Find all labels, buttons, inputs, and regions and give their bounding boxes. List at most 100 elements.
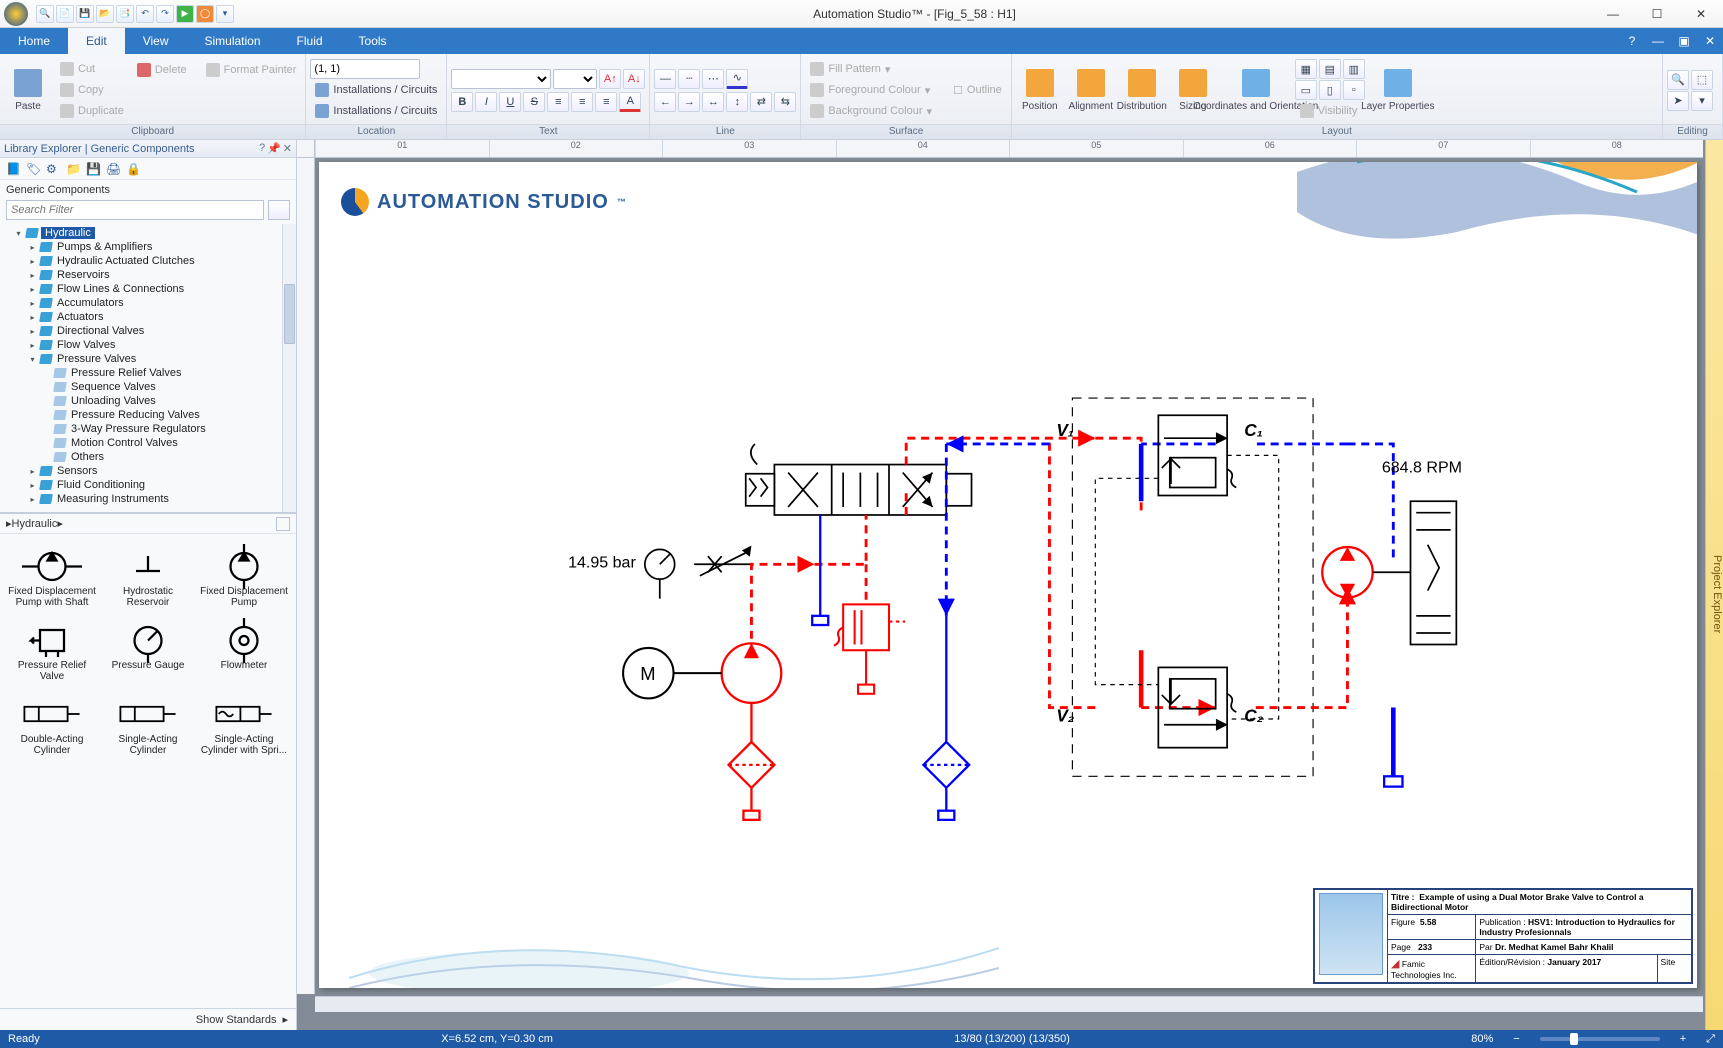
palette-search-icon[interactable] <box>276 517 290 531</box>
panel-close-icon[interactable]: ✕ <box>283 142 292 155</box>
tree-node[interactable]: ▸Actuators <box>28 310 296 324</box>
font-family-select[interactable] <box>451 69 551 89</box>
qat-undo[interactable]: ↶ <box>136 5 154 23</box>
tree-leaf[interactable]: 3-Way Pressure Regulators <box>42 422 296 436</box>
zoom-out[interactable]: − <box>1513 1033 1519 1045</box>
tree-leaf[interactable]: Others <box>42 450 296 464</box>
maximize-button[interactable]: ☐ <box>1635 0 1679 28</box>
project-explorer-tab[interactable]: Project Explorer <box>1705 140 1723 1030</box>
show-standards-button[interactable]: Show Standards ▸ <box>0 1008 296 1030</box>
palette-item[interactable]: Double-Acting Cylinder <box>4 690 100 760</box>
panel-help-icon[interactable]: ? <box>259 142 265 155</box>
close-button[interactable]: ✕ <box>1679 0 1723 28</box>
qat-redo[interactable]: ↷ <box>156 5 174 23</box>
palette-item[interactable]: Fixed Displacement Pump with Shaft <box>4 542 100 612</box>
qat-run[interactable]: ▶ <box>176 5 194 23</box>
hydraulic-schematic[interactable]: 14.95 bar <box>419 272 1657 868</box>
lock-icon[interactable]: 🔒 <box>126 162 140 176</box>
gear-icon[interactable]: ⚙ <box>46 162 60 176</box>
align-center[interactable]: ≡ <box>571 92 593 112</box>
underline-button[interactable]: U <box>499 92 521 112</box>
tree-leaf[interactable]: Sequence Valves <box>42 380 296 394</box>
mdi-restore[interactable]: ▣ <box>1671 28 1697 54</box>
font-grow[interactable]: A↑ <box>599 69 621 89</box>
minimize-button[interactable]: — <box>1591 0 1635 28</box>
tag-icon[interactable]: 🏷 <box>26 162 40 176</box>
visibility-button[interactable]: Visibility <box>1295 101 1365 121</box>
font-color[interactable]: A <box>619 92 641 112</box>
align-left[interactable]: ≡ <box>547 92 569 112</box>
paste-button[interactable]: Paste <box>4 58 52 122</box>
line-style-1[interactable]: — <box>654 69 676 89</box>
delete-button[interactable]: Delete <box>132 60 192 80</box>
tree-node[interactable]: ▸Accumulators <box>28 296 296 310</box>
qat-btn[interactable]: 🔍 <box>36 5 54 23</box>
arrow-3[interactable]: ↔ <box>702 92 724 112</box>
tree-leaf[interactable]: Pressure Relief Valves <box>42 366 296 380</box>
install-circuits-2[interactable]: Installations / Circuits <box>310 101 442 121</box>
palette-item[interactable]: Single-Acting Cylinder with Spri... <box>196 690 292 760</box>
font-shrink[interactable]: A↓ <box>623 69 645 89</box>
tree-node[interactable]: ▸Directional Valves <box>28 324 296 338</box>
tree-leaf[interactable]: Unloading Valves <box>42 394 296 408</box>
position-button[interactable]: Position <box>1016 58 1064 122</box>
qat-btn[interactable]: 📄 <box>56 5 74 23</box>
format-painter-button[interactable]: Format Painter <box>201 60 302 80</box>
layout-misc[interactable]: ▦ <box>1295 59 1317 79</box>
italic-button[interactable]: I <box>475 92 497 112</box>
tree-node[interactable]: ▸Flow Valves <box>28 338 296 352</box>
qat-stop[interactable]: ◯ <box>196 5 214 23</box>
panel-pin-icon[interactable]: 📌 <box>267 142 281 155</box>
tab-view[interactable]: View <box>125 28 187 54</box>
layout-misc[interactable]: ▯ <box>1319 80 1341 100</box>
tab-fluid[interactable]: Fluid <box>279 28 341 54</box>
search-input[interactable] <box>6 200 264 220</box>
arrow-5[interactable]: ⇄ <box>750 92 772 112</box>
tab-simulation[interactable]: Simulation <box>187 28 279 54</box>
qat-btn[interactable]: 📑 <box>116 5 134 23</box>
tree-node-pressure[interactable]: ▾Pressure Valves <box>28 352 296 366</box>
book-icon[interactable]: 📘 <box>6 162 20 176</box>
editing-more[interactable]: ▾ <box>1691 91 1713 111</box>
tab-edit[interactable]: Edit <box>68 28 125 54</box>
qat-more[interactable]: ▾ <box>216 5 234 23</box>
bg-colour[interactable]: Background Colour ▾ <box>805 101 937 121</box>
component-tree[interactable]: ▾Hydraulic ▸Pumps & Amplifiers ▸Hydrauli… <box>0 224 296 514</box>
layout-misc[interactable]: ▤ <box>1319 59 1341 79</box>
line-style-3[interactable]: ⋯ <box>702 69 724 89</box>
help-button[interactable]: ? <box>1619 28 1645 54</box>
save-icon[interactable]: 💾 <box>86 162 100 176</box>
horizontal-scrollbar[interactable] <box>315 996 1703 1012</box>
tree-leaf[interactable]: Motion Control Valves <box>42 436 296 450</box>
tree-leaf[interactable]: Pressure Reducing Valves <box>42 408 296 422</box>
print-icon[interactable]: 🖨 <box>106 162 120 176</box>
duplicate-button[interactable]: Duplicate <box>55 101 129 121</box>
coord-input[interactable] <box>310 59 420 79</box>
tree-node[interactable]: ▸Fluid Conditioning <box>28 478 296 492</box>
palette-item[interactable]: Pressure Gauge <box>100 616 196 686</box>
folder-icon[interactable]: 📁 <box>66 162 80 176</box>
arrow-6[interactable]: ⇆ <box>774 92 796 112</box>
sizing-button[interactable]: Sizing <box>1169 58 1217 122</box>
search-view-toggle[interactable] <box>268 200 290 220</box>
qat-btn[interactable]: 📂 <box>96 5 114 23</box>
arrow-1[interactable]: ← <box>654 92 676 112</box>
arrow-4[interactable]: ↕ <box>726 92 748 112</box>
mdi-minimize[interactable]: — <box>1645 28 1671 54</box>
tree-node[interactable]: ▸Flow Lines & Connections <box>28 282 296 296</box>
outline-check[interactable]: ☐ Outline <box>948 81 1007 100</box>
component-palette[interactable]: Fixed Displacement Pump with Shaft Hydro… <box>0 534 296 1008</box>
editing-pointer[interactable]: ➤ <box>1667 91 1689 111</box>
palette-item[interactable]: Fixed Displacement Pump <box>196 542 292 612</box>
alignment-button[interactable]: Alignment <box>1067 58 1115 122</box>
drawing-paper[interactable]: AUTOMATION STUDIO™ <box>319 162 1697 988</box>
editing-find[interactable]: 🔍 <box>1667 70 1689 90</box>
palette-item[interactable]: Single-Acting Cylinder <box>100 690 196 760</box>
tree-node[interactable]: ▸Measuring Instruments <box>28 492 296 506</box>
zoom-fit[interactable]: ⤢ <box>1706 1033 1715 1046</box>
zoom-in[interactable]: + <box>1680 1033 1686 1045</box>
tree-node[interactable]: ▸Hydraulic Actuated Clutches <box>28 254 296 268</box>
bold-button[interactable]: B <box>451 92 473 112</box>
tree-node[interactable]: ▸Reservoirs <box>28 268 296 282</box>
copy-button[interactable]: Copy <box>55 80 129 100</box>
